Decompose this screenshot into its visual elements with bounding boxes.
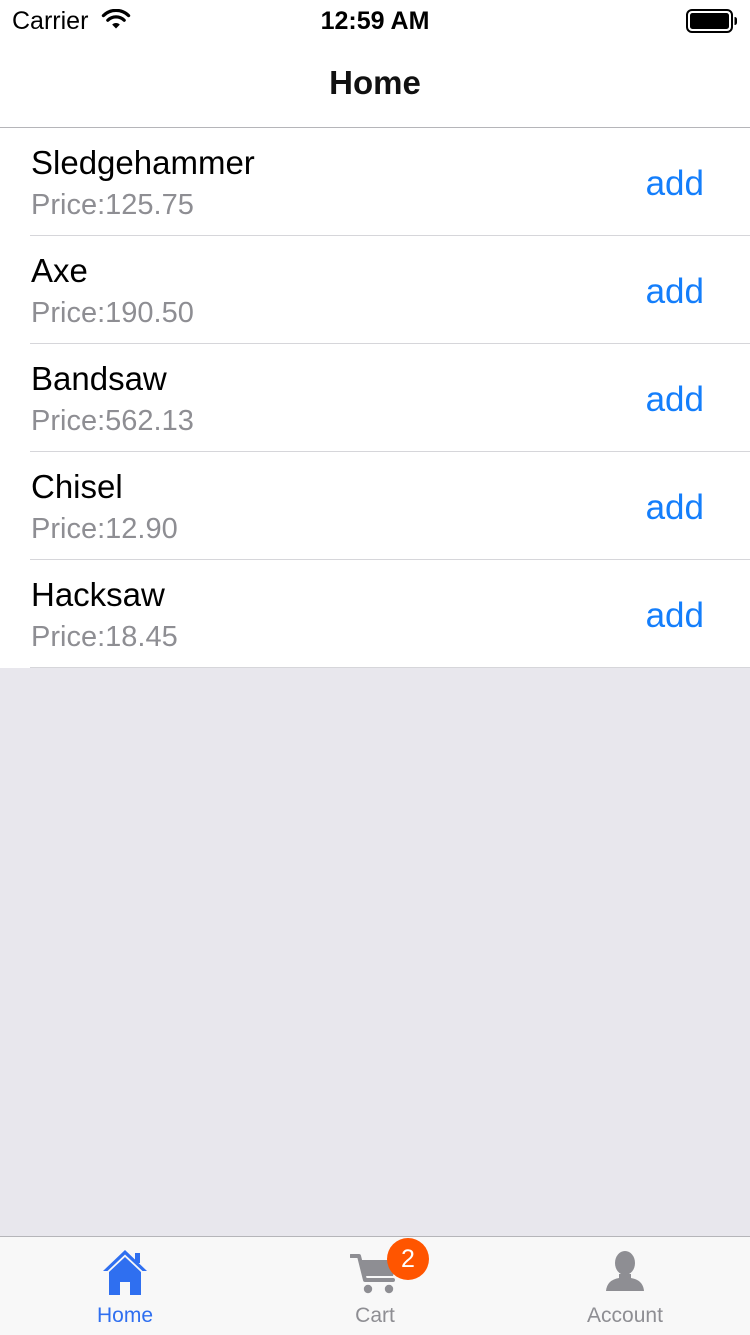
product-price: Price:12.90 <box>31 513 178 545</box>
list-item: Bandsaw Price:562.13 add <box>0 344 750 452</box>
product-price: Price:562.13 <box>31 405 194 437</box>
add-button[interactable]: add <box>646 272 704 312</box>
list-item: Hacksaw Price:18.45 add <box>0 560 750 668</box>
product-list: Sledgehammer Price:125.75 add Axe Price:… <box>0 128 750 668</box>
wifi-icon <box>101 9 131 29</box>
page-title: Home <box>329 64 421 101</box>
tab-cart[interactable]: 2 Cart <box>250 1237 500 1335</box>
product-name: Hacksaw <box>31 576 165 613</box>
product-name: Bandsaw <box>31 360 167 397</box>
product-name: Axe <box>31 252 88 289</box>
carrier-label: Carrier <box>12 7 89 35</box>
list-item: Chisel Price:12.90 add <box>0 452 750 560</box>
status-bar: Carrier 12:59 AM <box>0 0 750 40</box>
add-button[interactable]: add <box>646 488 704 528</box>
product-name: Chisel <box>31 468 123 505</box>
list-item: Sledgehammer Price:125.75 add <box>0 128 750 236</box>
add-button[interactable]: add <box>646 380 704 420</box>
tab-account[interactable]: Account <box>500 1237 750 1335</box>
tab-label-cart: Cart <box>355 1304 395 1327</box>
home-icon <box>103 1250 147 1295</box>
add-button[interactable]: add <box>646 596 704 636</box>
tab-home[interactable]: Home <box>0 1237 250 1335</box>
list-item: Axe Price:190.50 add <box>0 236 750 344</box>
battery-icon <box>686 9 737 33</box>
product-price: Price:125.75 <box>31 189 194 221</box>
product-price: Price:18.45 <box>31 621 178 653</box>
product-name: Sledgehammer <box>31 144 255 181</box>
add-button[interactable]: add <box>646 164 704 204</box>
tab-label-home: Home <box>96 1304 154 1327</box>
cart-badge: 2 <box>387 1238 429 1280</box>
person-icon <box>606 1251 644 1291</box>
tab-label-account: Account <box>587 1304 663 1327</box>
navigation-bar: Home <box>0 40 750 128</box>
product-price: Price:190.50 <box>31 297 194 329</box>
tab-bar: Home 2 Cart Account <box>0 1236 750 1335</box>
